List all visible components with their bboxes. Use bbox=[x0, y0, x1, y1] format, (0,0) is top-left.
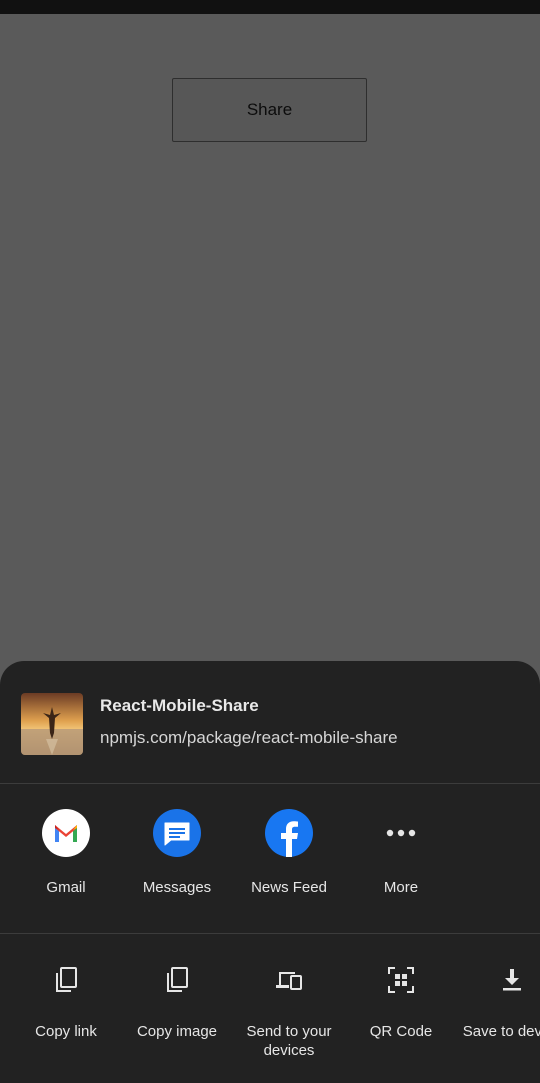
copy-icon bbox=[163, 966, 191, 994]
devices-icon bbox=[275, 966, 303, 994]
preview-thumbnail bbox=[21, 693, 83, 755]
qr-code-icon bbox=[387, 966, 415, 994]
share-target-gmail[interactable]: Gmail bbox=[10, 809, 122, 909]
share-sheet: React-Mobile-Share npmjs.com/package/rea… bbox=[0, 661, 540, 1083]
share-button[interactable]: Share bbox=[172, 78, 367, 142]
share-target-news-feed[interactable]: News Feed bbox=[233, 809, 345, 909]
app-label: News Feed bbox=[251, 879, 327, 896]
action-save-to-device[interactable]: Save to device bbox=[456, 966, 540, 1076]
action-label: QR Code bbox=[369, 1023, 433, 1040]
copy-icon bbox=[52, 966, 80, 994]
action-copy-link[interactable]: Copy link bbox=[10, 966, 122, 1076]
status-bar bbox=[0, 0, 540, 14]
download-icon bbox=[498, 966, 526, 994]
preview-title: React-Mobile-Share bbox=[100, 696, 259, 715]
messages-icon bbox=[153, 809, 201, 857]
action-label: Copy link bbox=[35, 1023, 97, 1040]
app-screen: Share React-Mobile-Share npmjs.com/packa… bbox=[0, 0, 540, 1083]
action-label: Save to device bbox=[462, 1023, 540, 1040]
action-send-to-devices[interactable]: Send to your devices bbox=[233, 966, 345, 1076]
more-icon bbox=[377, 809, 425, 857]
app-label: More bbox=[383, 879, 419, 896]
preview-url: npmjs.com/package/react-mobile-share bbox=[100, 728, 398, 747]
action-label: Send to your devices bbox=[246, 1023, 332, 1059]
facebook-icon bbox=[265, 809, 313, 857]
action-copy-image[interactable]: Copy image bbox=[121, 966, 233, 1076]
divider bbox=[0, 783, 540, 784]
share-target-messages[interactable]: Messages bbox=[121, 809, 233, 909]
app-label: Messages bbox=[142, 879, 212, 896]
action-qr-code[interactable]: QR Code bbox=[345, 966, 457, 1076]
action-label: Copy image bbox=[136, 1023, 218, 1040]
gmail-icon bbox=[42, 809, 90, 857]
divider bbox=[0, 933, 540, 934]
share-target-more[interactable]: More bbox=[345, 809, 457, 909]
app-label: Gmail bbox=[46, 879, 86, 896]
